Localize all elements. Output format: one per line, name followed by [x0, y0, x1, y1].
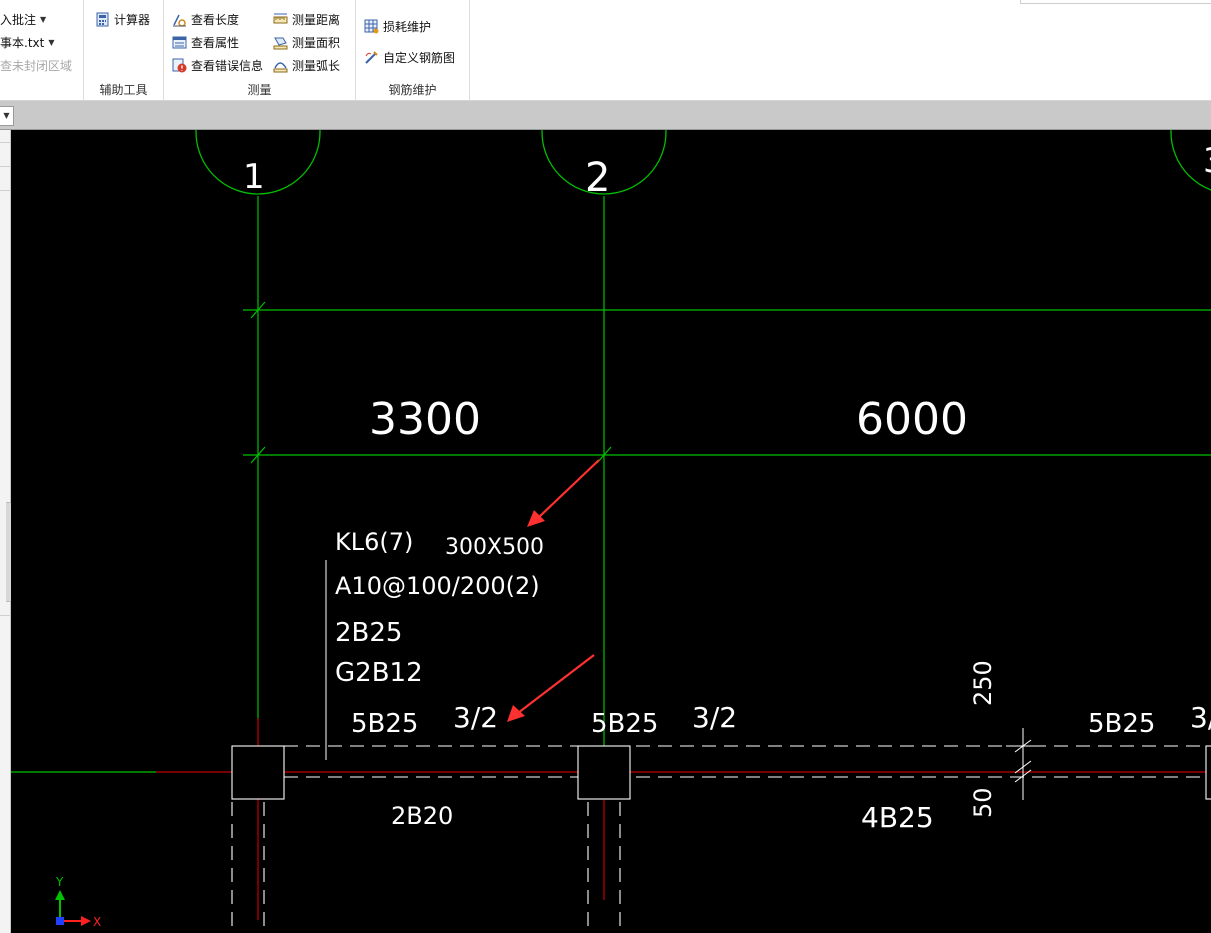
measure-distance-button[interactable]: 测量距离 [273, 9, 340, 29]
view-properties-label: 查看属性 [191, 35, 240, 50]
axis-bubble-label-1: 1 [243, 157, 265, 197]
ucs-axis-icon [55, 890, 91, 926]
cad-drawing-canvas[interactable]: 1 2 3 3300 6000 KL6(7) 300X500 A10@100/2… [11, 130, 1211, 933]
calculator-icon [95, 12, 110, 27]
tab-dropdown-button[interactable]: ▼ [0, 106, 14, 126]
chevron-down-icon: ▼ [3, 111, 10, 120]
measure-arc-icon [273, 58, 288, 73]
view-properties-button[interactable]: 查看属性 [172, 32, 239, 52]
support-rebar-layers: 3/ [1190, 701, 1211, 734]
bottom-rebar-label: 2B20 [391, 802, 454, 830]
properties-icon [172, 35, 187, 50]
error-icon [172, 58, 187, 73]
panel-divider [0, 142, 11, 143]
left-panel-edge[interactable] [0, 130, 11, 933]
custom-rebar-icon [364, 50, 379, 65]
ribbon-top-edge [1020, 0, 1211, 4]
ribbon-group-measure: 查看长度 查看属性 查看错误信息 测量距离 测量面积 测量弧长 测量 [164, 0, 356, 101]
cad-geometry [11, 130, 1211, 933]
axis-bubble-label-3: 3 [1203, 144, 1211, 178]
chevron-down-icon: ▼ [40, 14, 47, 24]
support-rebar-layers: 3/2 [453, 701, 499, 734]
ribbon-toolbar: 入批注 ▼ 事本.txt ▼ 查未封闭区域 计算器 辅助工具 查看长度 查看属性… [0, 0, 1211, 101]
panel-divider [0, 615, 11, 616]
support-rebar-label: 5B25 [351, 709, 419, 739]
loss-maintenance-button[interactable]: 损耗维护 [364, 16, 431, 36]
notepad-file-button[interactable]: 事本.txt ▼ [0, 32, 54, 52]
dimension-text-3300: 3300 [369, 394, 481, 445]
measure-arc-button[interactable]: 测量弧长 [273, 55, 340, 75]
view-length-button[interactable]: 查看长度 [172, 9, 239, 29]
measure-area-icon [273, 35, 288, 50]
panel-divider [0, 166, 11, 167]
ucs-y-label: Y [56, 875, 64, 889]
bottom-rebar-label: 4B25 [861, 801, 934, 834]
measure-area-button[interactable]: 测量面积 [273, 32, 340, 52]
group-label-measure: 测量 [247, 83, 272, 97]
document-tab-bar: ▼ [0, 101, 1211, 130]
check-unclosed-area-button[interactable]: 查未封闭区域 [0, 55, 72, 75]
check-unclosed-area-label: 查未封闭区域 [0, 58, 73, 73]
beam-label: KL6(7) [335, 528, 414, 556]
section-dim-250: 250 [969, 660, 997, 706]
column-3 [1205, 745, 1211, 800]
column-2 [577, 745, 631, 800]
notepad-file-label: 事本.txt [0, 35, 45, 50]
support-rebar-label: 5B25 [591, 709, 659, 739]
annotation-arrow-upper [527, 459, 600, 527]
support-rebar-layers: 3/2 [692, 701, 738, 734]
calculator-button[interactable]: 计算器 [95, 9, 150, 29]
custom-rebar-drawing-button[interactable]: 自定义钢筋图 [364, 47, 455, 67]
stirrup-spec: A10@100/200(2) [335, 572, 540, 600]
group-label-aux-tools: 辅助工具 [99, 83, 148, 97]
custom-rebar-drawing-label: 自定义钢筋图 [383, 50, 456, 65]
ribbon-group-annotation: 入批注 ▼ 事本.txt ▼ 查未封闭区域 [0, 0, 84, 101]
ribbon-group-rebar-maintenance: 损耗维护 自定义钢筋图 钢筋维护 [356, 0, 470, 101]
view-length-label: 查看长度 [191, 12, 240, 27]
column-1 [231, 745, 285, 800]
measure-distance-label: 测量距离 [292, 12, 341, 27]
section-dim-50: 50 [969, 787, 997, 818]
view-error-info-button[interactable]: 查看错误信息 [172, 55, 263, 75]
insert-annotation-label: 入批注 [0, 12, 37, 27]
insert-annotation-button[interactable]: 入批注 ▼ [0, 9, 46, 29]
measure-area-label: 测量面积 [292, 35, 341, 50]
group-label-rebar-maintenance: 钢筋维护 [388, 83, 437, 97]
view-error-info-label: 查看错误信息 [191, 58, 264, 73]
loss-table-icon [364, 19, 379, 34]
length-icon [172, 12, 187, 27]
dimension-text-6000: 6000 [856, 394, 968, 445]
ucs-x-label: X [93, 915, 102, 929]
support-rebar-label: 5B25 [1088, 709, 1156, 739]
panel-divider [0, 190, 11, 191]
measure-distance-icon [273, 12, 288, 27]
beam-section-size: 300X500 [445, 535, 545, 560]
top-rebar-spec: 2B25 [335, 618, 403, 648]
calculator-label: 计算器 [114, 12, 151, 27]
ribbon-group-aux-tools: 计算器 辅助工具 [84, 0, 164, 101]
measure-arc-label: 测量弧长 [292, 58, 341, 73]
axis-bubble-label-2: 2 [585, 155, 611, 201]
side-rebar-spec: G2B12 [335, 658, 423, 688]
loss-maintenance-label: 损耗维护 [383, 19, 432, 34]
chevron-down-icon: ▼ [48, 37, 55, 47]
annotation-arrow-lower [507, 654, 595, 722]
